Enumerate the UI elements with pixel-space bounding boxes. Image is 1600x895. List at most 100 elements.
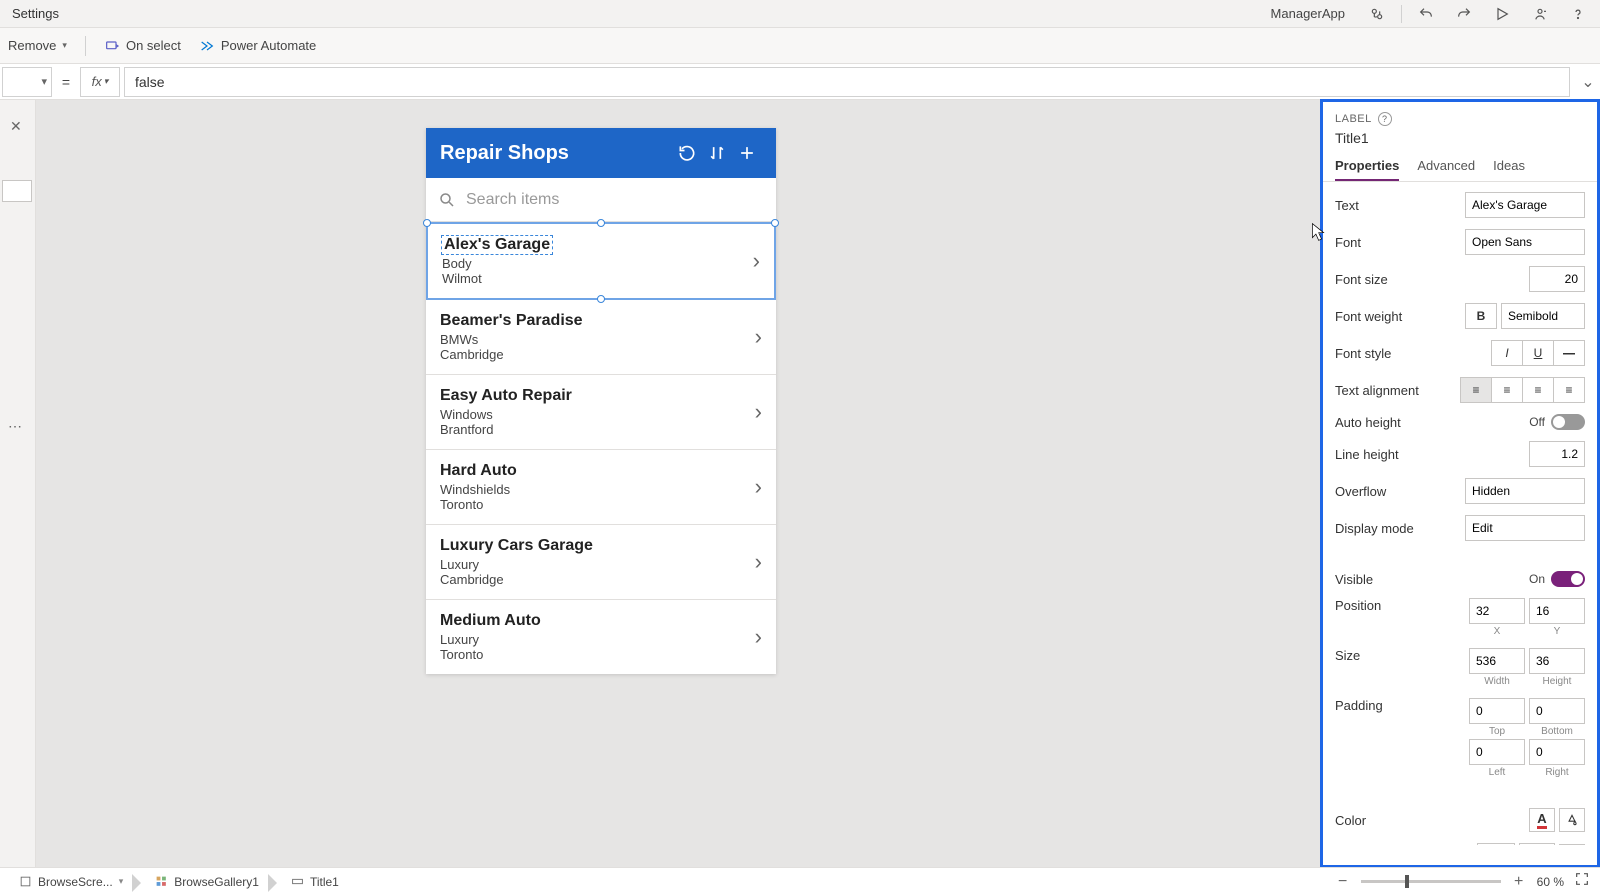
add-icon[interactable] (732, 138, 762, 168)
item-title: Medium Auto (440, 612, 755, 630)
ribbon-bar: Remove ▾ On select Power Automate (0, 28, 1600, 64)
power-automate-button[interactable]: Power Automate (199, 38, 316, 54)
phone-preview: Repair Shops Search items Alex's Garage … (426, 128, 776, 674)
chevron-right-icon[interactable]: › (755, 624, 762, 650)
property-selector[interactable]: ▾ (2, 67, 52, 97)
item-title[interactable]: Alex's Garage (442, 236, 552, 254)
tab-advanced[interactable]: Advanced (1417, 158, 1475, 181)
zoom-slider[interactable] (1361, 880, 1501, 883)
prop-fontweight-label: Font weight (1335, 309, 1466, 324)
canvas[interactable]: Repair Shops Search items Alex's Garage … (36, 100, 1320, 867)
border-color-swatch[interactable] (1559, 844, 1585, 845)
font-color-icon[interactable]: A (1529, 808, 1555, 832)
play-icon[interactable] (1488, 2, 1516, 26)
autoheight-toggle[interactable] (1551, 414, 1585, 430)
underline-icon[interactable]: U (1522, 340, 1554, 366)
border-style-select[interactable]: ▾ (1477, 843, 1515, 845)
settings-label: Settings (8, 6, 1271, 21)
pad-top-input[interactable] (1469, 698, 1525, 724)
prop-padding-label: Padding (1335, 698, 1469, 713)
list-item[interactable]: Hard Auto Windshields Toronto › (426, 450, 776, 525)
chevron-right-icon[interactable]: › (755, 474, 762, 500)
chevron-right-icon[interactable]: › (755, 324, 762, 350)
remove-button[interactable]: Remove ▾ (8, 38, 67, 53)
item-subtitle1: Luxury (440, 632, 755, 647)
chevron-right-icon[interactable]: › (753, 248, 760, 274)
prop-displaymode-select[interactable] (1465, 515, 1585, 541)
item-subtitle1: BMWs (440, 332, 755, 347)
strikethrough-icon[interactable]: — (1553, 340, 1585, 366)
element-name: Title1 (1335, 130, 1585, 146)
list-item[interactable]: Beamer's Paradise BMWs Cambridge › (426, 300, 776, 375)
help-icon[interactable] (1564, 2, 1592, 26)
prop-color-label: Color (1335, 813, 1529, 828)
fx-button[interactable]: fx▾ (80, 67, 120, 97)
align-justify-icon[interactable]: ≡ (1553, 377, 1585, 403)
power-automate-label: Power Automate (221, 38, 316, 53)
list-item[interactable]: Alex's Garage Body Wilmot › (426, 222, 776, 300)
expand-formula-icon[interactable]: ⌄ (1576, 72, 1600, 92)
pad-left-input[interactable] (1469, 739, 1525, 765)
autoheight-value: Off (1529, 415, 1545, 429)
crumb-gallery[interactable]: BrowseGallery1 (146, 871, 268, 893)
tree-item-placeholder[interactable] (2, 180, 32, 202)
redo-icon[interactable] (1450, 2, 1478, 26)
help-small-icon[interactable]: ? (1378, 112, 1392, 126)
height-input[interactable] (1529, 648, 1585, 674)
fit-screen-icon[interactable] (1574, 871, 1590, 892)
tab-properties[interactable]: Properties (1335, 158, 1399, 181)
version-history-icon[interactable] (1363, 2, 1391, 26)
pad-bottom-input[interactable] (1529, 698, 1585, 724)
border-width-input[interactable] (1519, 843, 1555, 845)
share-icon[interactable] (1526, 2, 1554, 26)
prop-overflow-select[interactable] (1465, 478, 1585, 504)
formula-input[interactable]: false (124, 67, 1570, 97)
list-item[interactable]: Easy Auto Repair Windows Brantford › (426, 375, 776, 450)
crumb-screen[interactable]: BrowseScre... ▾ (10, 871, 132, 893)
refresh-icon[interactable] (672, 138, 702, 168)
gallery-list: Alex's Garage Body Wilmot › Beamer's Par… (426, 222, 776, 674)
app-name: ManagerApp (1271, 6, 1345, 21)
prop-position-label: Position (1335, 598, 1469, 613)
prop-visible-label: Visible (1335, 572, 1529, 587)
item-subtitle2: Cambridge (440, 347, 755, 362)
crumb-title[interactable]: Title1 (282, 871, 348, 893)
prop-autoheight-label: Auto height (1335, 415, 1529, 430)
list-item[interactable]: Medium Auto Luxury Toronto › (426, 600, 776, 674)
chevron-right-icon[interactable]: › (755, 549, 762, 575)
chevron-right-icon[interactable]: › (755, 399, 762, 425)
close-panel-icon[interactable]: ✕ (10, 118, 22, 135)
prop-text-input[interactable] (1465, 192, 1585, 218)
list-item[interactable]: Luxury Cars Garage Luxury Cambridge › (426, 525, 776, 600)
more-icon[interactable]: ⋯ (8, 418, 24, 435)
prop-text-label: Text (1335, 198, 1465, 213)
item-subtitle2: Wilmot (442, 271, 753, 286)
align-right-icon[interactable]: ≡ (1522, 377, 1554, 403)
width-input[interactable] (1469, 648, 1525, 674)
item-subtitle1: Windows (440, 407, 755, 422)
bold-icon[interactable]: B (1465, 303, 1497, 329)
prop-font-select[interactable] (1465, 229, 1585, 255)
on-select-button[interactable]: On select (104, 38, 181, 54)
prop-fontweight-select[interactable] (1501, 303, 1585, 329)
sort-icon[interactable] (702, 138, 732, 168)
align-left-icon[interactable]: ≡ (1460, 377, 1492, 403)
title-bar: Settings ManagerApp (0, 0, 1600, 28)
fill-color-icon[interactable] (1559, 808, 1585, 832)
italic-icon[interactable]: I (1491, 340, 1523, 366)
zoom-in-icon[interactable]: + (1511, 873, 1527, 891)
align-center-icon[interactable]: ≡ (1491, 377, 1523, 403)
tab-ideas[interactable]: Ideas (1493, 158, 1525, 181)
pos-y-input[interactable] (1529, 598, 1585, 624)
search-box[interactable]: Search items (426, 178, 776, 222)
visible-toggle[interactable] (1551, 571, 1585, 587)
item-subtitle2: Brantford (440, 422, 755, 437)
prop-fontsize-input[interactable] (1529, 266, 1585, 292)
pos-x-input[interactable] (1469, 598, 1525, 624)
zoom-out-icon[interactable]: − (1335, 873, 1351, 891)
prop-textalign-label: Text alignment (1335, 383, 1461, 398)
pad-right-input[interactable] (1529, 739, 1585, 765)
undo-icon[interactable] (1412, 2, 1440, 26)
item-subtitle2: Toronto (440, 647, 755, 662)
prop-lineheight-input[interactable] (1529, 441, 1585, 467)
